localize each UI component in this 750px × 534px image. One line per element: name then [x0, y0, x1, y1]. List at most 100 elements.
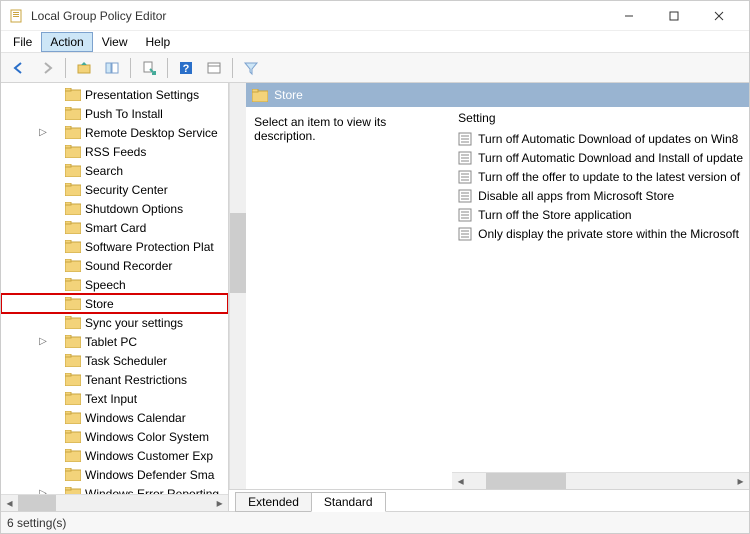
tabs-bar: Extended Standard	[229, 489, 749, 511]
setting-icon	[458, 208, 472, 222]
scroll-right-icon[interactable]: ▸	[732, 473, 749, 489]
tree-item[interactable]: Tenant Restrictions	[1, 370, 228, 389]
list-item-label: Only display the private store within th…	[478, 227, 739, 241]
tree-item-label: Sound Recorder	[85, 259, 172, 273]
tree-item-label: Task Scheduler	[85, 354, 167, 368]
show-hide-tree-button[interactable]	[100, 56, 124, 80]
tree-item[interactable]: ▷Tablet PC	[1, 332, 228, 351]
tree-item[interactable]: ▷Remote Desktop Service	[1, 123, 228, 142]
splitter-scrollbar[interactable]	[229, 83, 246, 489]
toolbar-separator	[130, 58, 131, 78]
folder-icon	[65, 316, 81, 329]
expand-icon[interactable]: ▷	[37, 127, 49, 139]
toolbar-separator	[232, 58, 233, 78]
details-header-title: Store	[274, 88, 303, 102]
tree-item-label: Software Protection Plat	[85, 240, 214, 254]
list-item-label: Disable all apps from Microsoft Store	[478, 189, 674, 203]
tree-item[interactable]: Text Input	[1, 389, 228, 408]
tree-item[interactable]: Speech	[1, 275, 228, 294]
filter-button[interactable]	[239, 56, 263, 80]
tree-item[interactable]: Presentation Settings	[1, 85, 228, 104]
folder-icon	[65, 145, 81, 158]
tree-item[interactable]: Windows Customer Exp	[1, 446, 228, 465]
tree-item[interactable]: Shutdown Options	[1, 199, 228, 218]
forward-button[interactable]	[35, 56, 59, 80]
folder-icon	[65, 259, 81, 272]
tree-item[interactable]: Security Center	[1, 180, 228, 199]
properties-button[interactable]	[202, 56, 226, 80]
settings-list: Setting Turn off Automatic Download of u…	[452, 107, 749, 489]
setting-icon	[458, 132, 472, 146]
export-button[interactable]	[137, 56, 161, 80]
tree-item-label: Windows Calendar	[85, 411, 186, 425]
tree-item[interactable]: Windows Color System	[1, 427, 228, 446]
up-button[interactable]	[72, 56, 96, 80]
tree-item[interactable]: Search	[1, 161, 228, 180]
tree-item[interactable]: Windows Calendar	[1, 408, 228, 427]
scroll-thumb[interactable]	[486, 473, 566, 489]
tree-item[interactable]: Smart Card	[1, 218, 228, 237]
description-text: Select an item to view its description.	[254, 115, 386, 143]
tree-item-label: Search	[85, 164, 123, 178]
tree-item-label: Push To Install	[85, 107, 163, 121]
tree-item[interactable]: Sync your settings	[1, 313, 228, 332]
tree-item-label: Tenant Restrictions	[85, 373, 187, 387]
tree-item-label: Windows Defender Sma	[85, 468, 214, 482]
minimize-button[interactable]	[606, 2, 651, 30]
title-bar: Local Group Policy Editor	[1, 1, 749, 31]
tree-item[interactable]: Push To Install	[1, 104, 228, 123]
tree-item-label: Sync your settings	[85, 316, 183, 330]
back-button[interactable]	[7, 56, 31, 80]
menu-action[interactable]: Action	[42, 33, 91, 51]
window-title: Local Group Policy Editor	[31, 9, 606, 23]
folder-icon	[65, 335, 81, 348]
expand-icon[interactable]: ▷	[37, 336, 49, 348]
list-item-label: Turn off Automatic Download and Install …	[478, 151, 743, 165]
tree-item-label: Store	[85, 297, 114, 311]
list-item[interactable]: Turn off Automatic Download of updates o…	[452, 129, 749, 148]
tree-item[interactable]: Sound Recorder	[1, 256, 228, 275]
tree-item[interactable]: Store	[1, 294, 228, 313]
status-text: 6 setting(s)	[7, 516, 66, 530]
folder-icon	[65, 221, 81, 234]
toolbar: ?	[1, 53, 749, 83]
tree-item[interactable]: Task Scheduler	[1, 351, 228, 370]
tree-horizontal-scrollbar[interactable]: ◂ ▸	[1, 494, 228, 511]
close-button[interactable]	[696, 2, 741, 30]
maximize-button[interactable]	[651, 2, 696, 30]
list-item-label: Turn off the offer to update to the late…	[478, 170, 740, 184]
status-bar: 6 setting(s)	[1, 511, 749, 533]
scroll-thumb[interactable]	[18, 495, 56, 511]
list-item[interactable]: Disable all apps from Microsoft Store	[452, 186, 749, 205]
menu-file[interactable]: File	[5, 33, 40, 51]
help-button[interactable]: ?	[174, 56, 198, 80]
tree-item-label: Presentation Settings	[85, 88, 199, 102]
menu-view[interactable]: View	[94, 33, 136, 51]
tree-view[interactable]: Presentation Settings Push To Install ▷Rem…	[1, 83, 228, 494]
tab-standard[interactable]: Standard	[311, 492, 386, 512]
tree-item[interactable]: RSS Feeds	[1, 142, 228, 161]
tab-extended[interactable]: Extended	[235, 492, 312, 512]
scroll-left-icon[interactable]: ◂	[452, 473, 469, 489]
folder-icon	[65, 373, 81, 386]
tree-item[interactable]: ▷Windows Error Reporting	[1, 484, 228, 494]
column-header-setting[interactable]: Setting	[452, 107, 749, 129]
setting-icon	[458, 227, 472, 241]
menu-help[interactable]: Help	[138, 33, 179, 51]
folder-icon	[252, 89, 268, 102]
folder-icon	[65, 468, 81, 481]
list-item[interactable]: Turn off Automatic Download and Install …	[452, 148, 749, 167]
list-horizontal-scrollbar[interactable]: ◂ ▸	[452, 472, 749, 489]
scroll-right-icon[interactable]: ▸	[211, 495, 228, 511]
scroll-left-icon[interactable]: ◂	[1, 495, 18, 511]
details-header: Store	[246, 83, 749, 107]
toolbar-separator	[65, 58, 66, 78]
tree-item[interactable]: Software Protection Plat	[1, 237, 228, 256]
list-item[interactable]: Turn off the offer to update to the late…	[452, 167, 749, 186]
tree-item[interactable]: Windows Defender Sma	[1, 465, 228, 484]
scroll-thumb[interactable]	[230, 213, 246, 293]
content-area: Presentation Settings Push To Install ▷Rem…	[1, 83, 749, 511]
list-item[interactable]: Only display the private store within th…	[452, 224, 749, 243]
folder-icon	[65, 107, 81, 120]
list-item[interactable]: Turn off the Store application	[452, 205, 749, 224]
